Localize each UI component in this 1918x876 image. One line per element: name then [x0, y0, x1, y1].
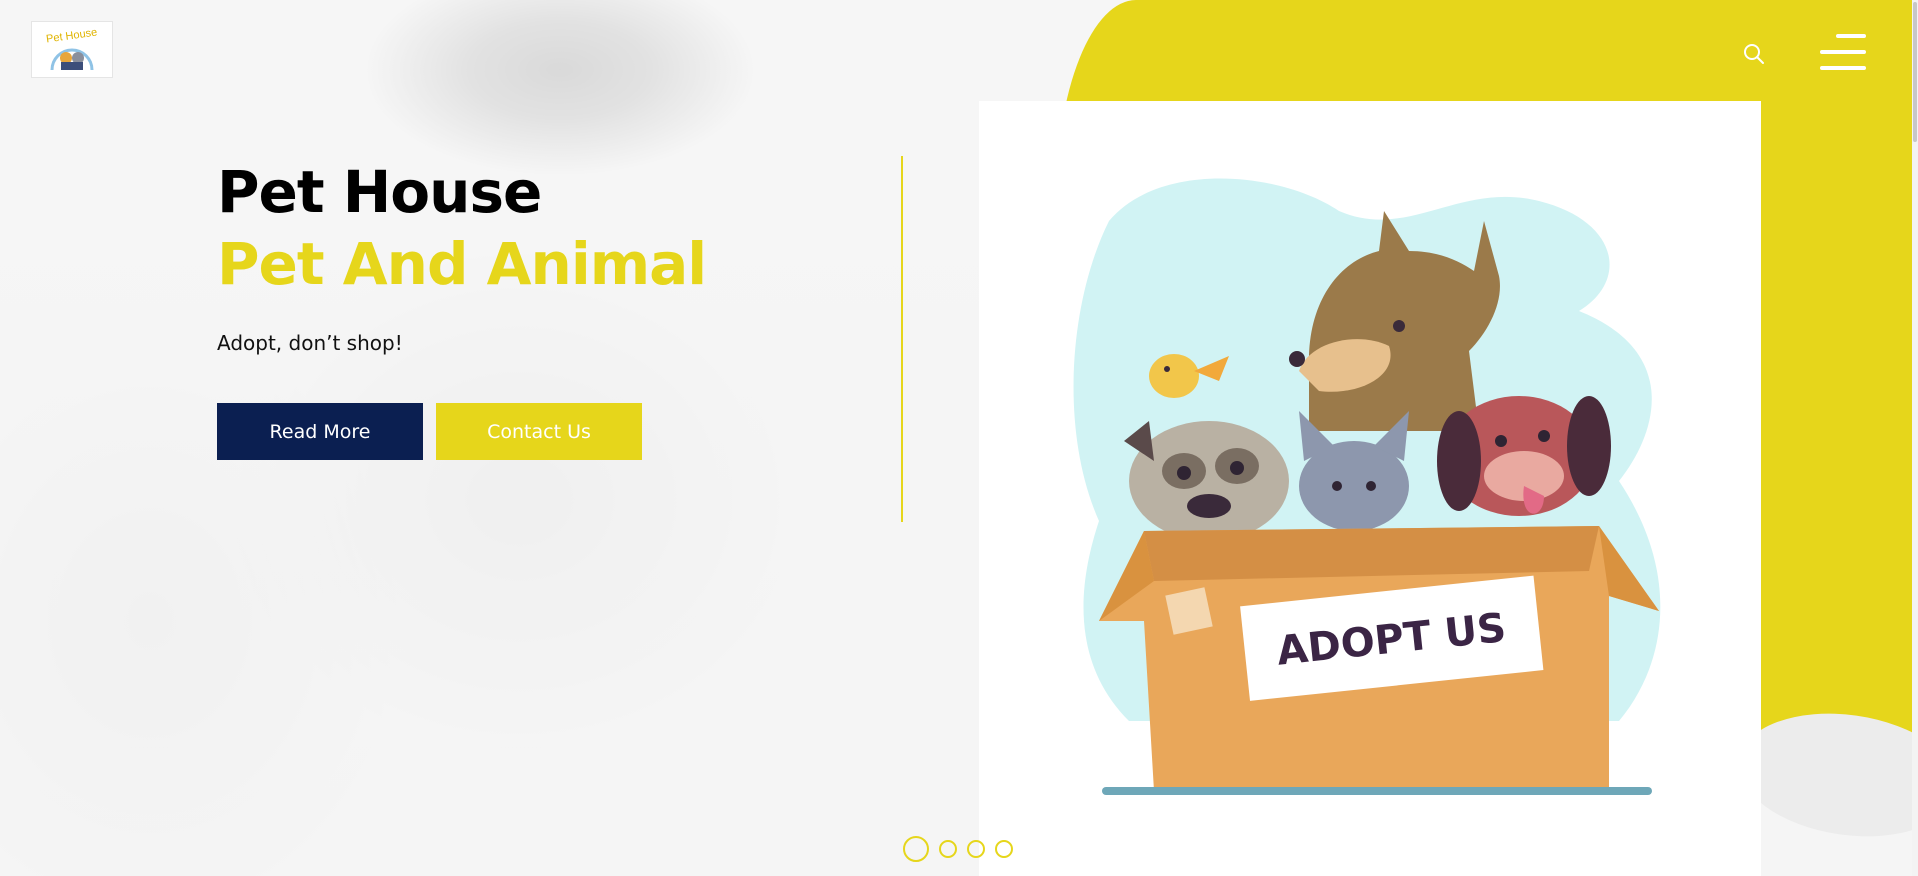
menu-line	[1820, 50, 1866, 54]
search-icon[interactable]	[1742, 42, 1766, 66]
carousel-dot[interactable]	[967, 840, 985, 858]
adopt-illustration-card: ADOPT US	[979, 101, 1761, 876]
carousel-pagination	[903, 836, 1013, 862]
carousel-dot[interactable]	[995, 840, 1013, 858]
hero-tagline: Adopt, don’t shop!	[217, 331, 403, 355]
hero-subtitle: Pet And Animal	[217, 230, 707, 298]
hamburger-menu-icon[interactable]	[1820, 34, 1866, 70]
vertical-divider	[901, 156, 903, 522]
carousel-dot[interactable]	[939, 840, 957, 858]
menu-line	[1836, 34, 1866, 38]
adopt-illustration: ADOPT US	[1073, 178, 1661, 795]
scrollbar-thumb[interactable]	[1913, 2, 1917, 142]
carousel-dot[interactable]	[903, 836, 929, 862]
read-more-button[interactable]: Read More	[217, 403, 423, 460]
logo-pets-icon	[50, 48, 94, 70]
menu-line	[1820, 66, 1866, 70]
contact-us-button[interactable]: Contact Us	[436, 403, 642, 460]
site-logo[interactable]: Pet House	[31, 21, 113, 78]
page-scrollbar[interactable]	[1912, 0, 1918, 876]
hero-title: Pet House	[217, 158, 542, 226]
logo-text: Pet House	[45, 25, 99, 46]
